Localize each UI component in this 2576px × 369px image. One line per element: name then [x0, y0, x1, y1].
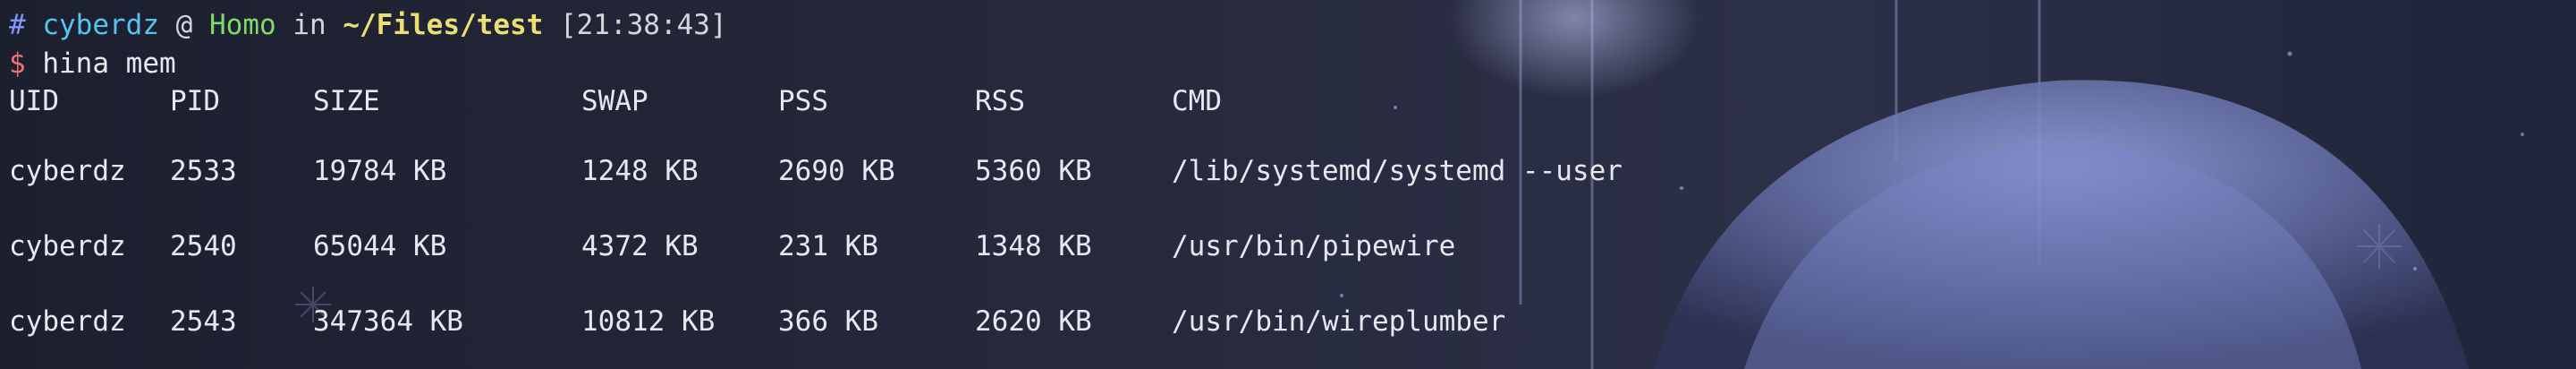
cell-size: 19784 KB — [313, 155, 447, 187]
prompt-host: Homo — [209, 9, 276, 41]
prompt-path: ~/Files/test — [343, 9, 544, 41]
cell-pss: 2690 KB — [778, 155, 895, 187]
cell-cmd: /lib/systemd/systemd --user — [1172, 155, 1623, 187]
terminal-window[interactable]: # cyberdz @ Homo in ~/Files/test [21:38:… — [0, 0, 2576, 369]
prompt-at: @ — [175, 9, 193, 41]
cell-size: 347364 KB — [313, 305, 463, 338]
command-text: hina mem — [42, 47, 176, 80]
header-rss: RSS — [975, 85, 1025, 117]
cell-swap: 1248 KB — [581, 155, 699, 187]
prompt-in: in — [292, 9, 326, 41]
table-row: cyberdz 2543 347364 KB 10812 KB 366 KB 2… — [9, 270, 1798, 346]
command-line: $ hina mem — [9, 47, 176, 80]
header-pss: PSS — [778, 85, 828, 117]
cell-rss: 5360 KB — [975, 155, 1092, 187]
cell-pss: 231 KB — [778, 230, 878, 262]
prompt-user: cyberdz — [42, 9, 159, 41]
cell-swap: 10812 KB — [581, 305, 716, 338]
cell-pid: 2533 — [170, 155, 237, 187]
header-uid: UID — [9, 85, 59, 117]
cell-uid: cyberdz — [9, 155, 126, 187]
cell-cmd: /usr/bin/wireplumber — [1172, 305, 1506, 338]
cell-pid: 2543 — [170, 305, 237, 338]
table-row: cyberdz 2533 19784 KB 1248 KB 2690 KB 53… — [9, 120, 1798, 195]
shell-prompt: # cyberdz @ Homo in ~/Files/test [21:38:… — [9, 9, 727, 41]
cell-size: 65044 KB — [313, 230, 447, 262]
prompt-hash: # — [9, 9, 26, 41]
cell-cmd: /usr/bin/pipewire — [1172, 230, 1456, 262]
cell-uid: cyberdz — [9, 305, 126, 338]
table-header-row: UID PID SIZE SWAP PSS RSS CMD — [9, 82, 1798, 120]
memory-table: UID PID SIZE SWAP PSS RSS CMD cyberdz 25… — [9, 82, 1798, 346]
header-size: SIZE — [313, 85, 380, 117]
header-pid: PID — [170, 85, 220, 117]
prompt-time: [21:38:43] — [559, 9, 727, 41]
header-cmd: CMD — [1172, 85, 1222, 117]
cell-pss: 366 KB — [778, 305, 878, 338]
cell-rss: 1348 KB — [975, 230, 1092, 262]
prompt-dollar: $ — [9, 47, 26, 80]
cell-pid: 2540 — [170, 230, 237, 262]
header-swap: SWAP — [581, 85, 648, 117]
table-row: cyberdz 2540 65044 KB 4372 KB 231 KB 134… — [9, 195, 1798, 270]
cell-uid: cyberdz — [9, 230, 126, 262]
cell-rss: 2620 KB — [975, 305, 1092, 338]
cell-swap: 4372 KB — [581, 230, 699, 262]
